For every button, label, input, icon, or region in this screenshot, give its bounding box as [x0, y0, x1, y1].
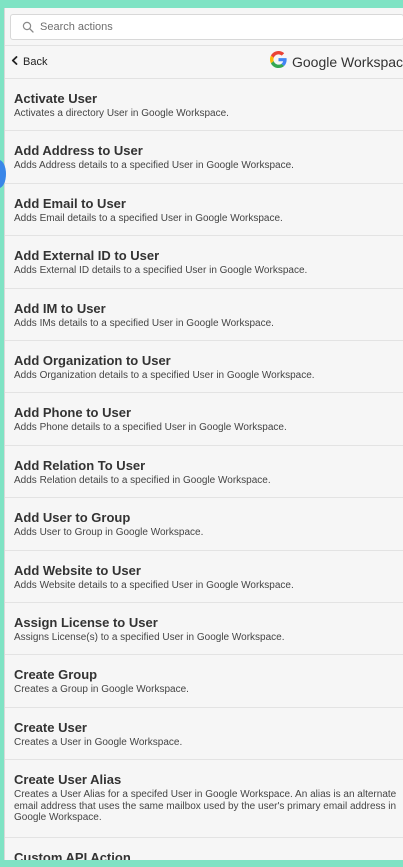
action-title: Add Phone to User — [14, 405, 132, 421]
action-item-add-website-to-user[interactable]: Add Website to User Adds Website details… — [5, 551, 403, 603]
action-title: Add External ID to User — [14, 248, 160, 264]
action-item-add-user-to-group[interactable]: Add User to Group Adds User to Group in … — [5, 498, 403, 551]
search-bar[interactable] — [10, 14, 403, 40]
action-item-add-address-to-user[interactable]: Add Address to User Adds Address details… — [5, 131, 403, 184]
action-description: Adds Email details to a specified User i… — [14, 212, 283, 224]
action-list: Activate User Activates a directory User… — [5, 79, 403, 860]
brand-name: Google Workspace — [292, 54, 403, 70]
action-title: Custom API Action — [14, 850, 131, 860]
chevron-left-icon — [11, 56, 18, 68]
action-item-add-phone-to-user[interactable]: Add Phone to User Adds Phone details to … — [5, 393, 403, 446]
action-description: Adds User to Group in Google Workspace. — [14, 527, 204, 539]
action-description: Adds IMs details to a specified User in … — [14, 317, 274, 329]
action-description: Adds External ID details to a specified … — [14, 265, 308, 277]
action-item-add-relation-to-user[interactable]: Add Relation To User Adds Relation detai… — [5, 446, 403, 499]
action-item-activate-user[interactable]: Activate User Activates a directory User… — [5, 79, 403, 132]
search-input[interactable] — [40, 21, 380, 33]
action-title: Create Group — [14, 667, 98, 683]
action-title: Create User Alias — [14, 772, 122, 788]
action-item-add-email-to-user[interactable]: Add Email to User Adds Email details to … — [5, 184, 403, 237]
action-item-add-organization-to-user[interactable]: Add Organization to User Adds Organizati… — [5, 341, 403, 394]
action-title: Activate User — [14, 91, 98, 106]
brand: Google Workspace — [270, 46, 403, 78]
action-item-assign-license-to-user[interactable]: Assign License to User Assigns License(s… — [5, 603, 403, 656]
action-title: Add Relation To User — [14, 457, 146, 473]
action-description: Creates a User in Google Workspace. — [14, 736, 183, 748]
action-description: Adds Phone details to a specified User i… — [14, 422, 287, 434]
back-label: Back — [23, 56, 48, 68]
action-item-create-user-alias[interactable]: Create User Alias Creates a User Alias f… — [5, 760, 403, 839]
action-title: Add IM to User — [14, 300, 106, 316]
action-title: Add Organization to User — [14, 352, 171, 368]
google-g-icon — [270, 51, 292, 73]
action-item-create-user[interactable]: Create User Creates a User in Google Wor… — [5, 708, 403, 761]
action-title: Add User to Group — [14, 510, 131, 526]
back-button[interactable]: Back — [11, 56, 47, 68]
action-item-add-im-to-user[interactable]: Add IM to User Adds IMs details to a spe… — [5, 289, 403, 341]
action-description: Creates a User Alias for a specifed User… — [14, 789, 397, 824]
action-title: Add Email to User — [14, 195, 126, 211]
action-item-add-external-id-to-user[interactable]: Add External ID to User Adds External ID… — [5, 236, 403, 289]
action-description: Adds Organization details to a specified… — [14, 369, 315, 381]
action-title: Create User — [14, 719, 87, 735]
action-description: Creates a Group in Google Workspace. — [14, 684, 189, 696]
action-title: Assign License to User — [14, 614, 158, 630]
nav-header: Back Google Workspace — [5, 45, 403, 79]
action-description: Activates a directory User in Google Wor… — [14, 108, 229, 119]
search-icon — [20, 19, 36, 35]
action-description: Assigns License(s) to a specified User i… — [14, 631, 285, 643]
actions-panel: Back Google Workspace Activate User Acti… — [4, 8, 403, 860]
action-description: Adds Address details to a specified User… — [14, 160, 294, 172]
action-title: Add Address to User — [14, 143, 143, 159]
action-item-custom-api-action[interactable]: Custom API Action — [5, 838, 403, 860]
action-description: Adds Website details to a specified User… — [14, 579, 294, 591]
action-description: Adds Relation details to a specified in … — [14, 474, 271, 486]
action-item-create-group[interactable]: Create Group Creates a Group in Google W… — [5, 655, 403, 708]
action-title: Add Website to User — [14, 562, 141, 578]
